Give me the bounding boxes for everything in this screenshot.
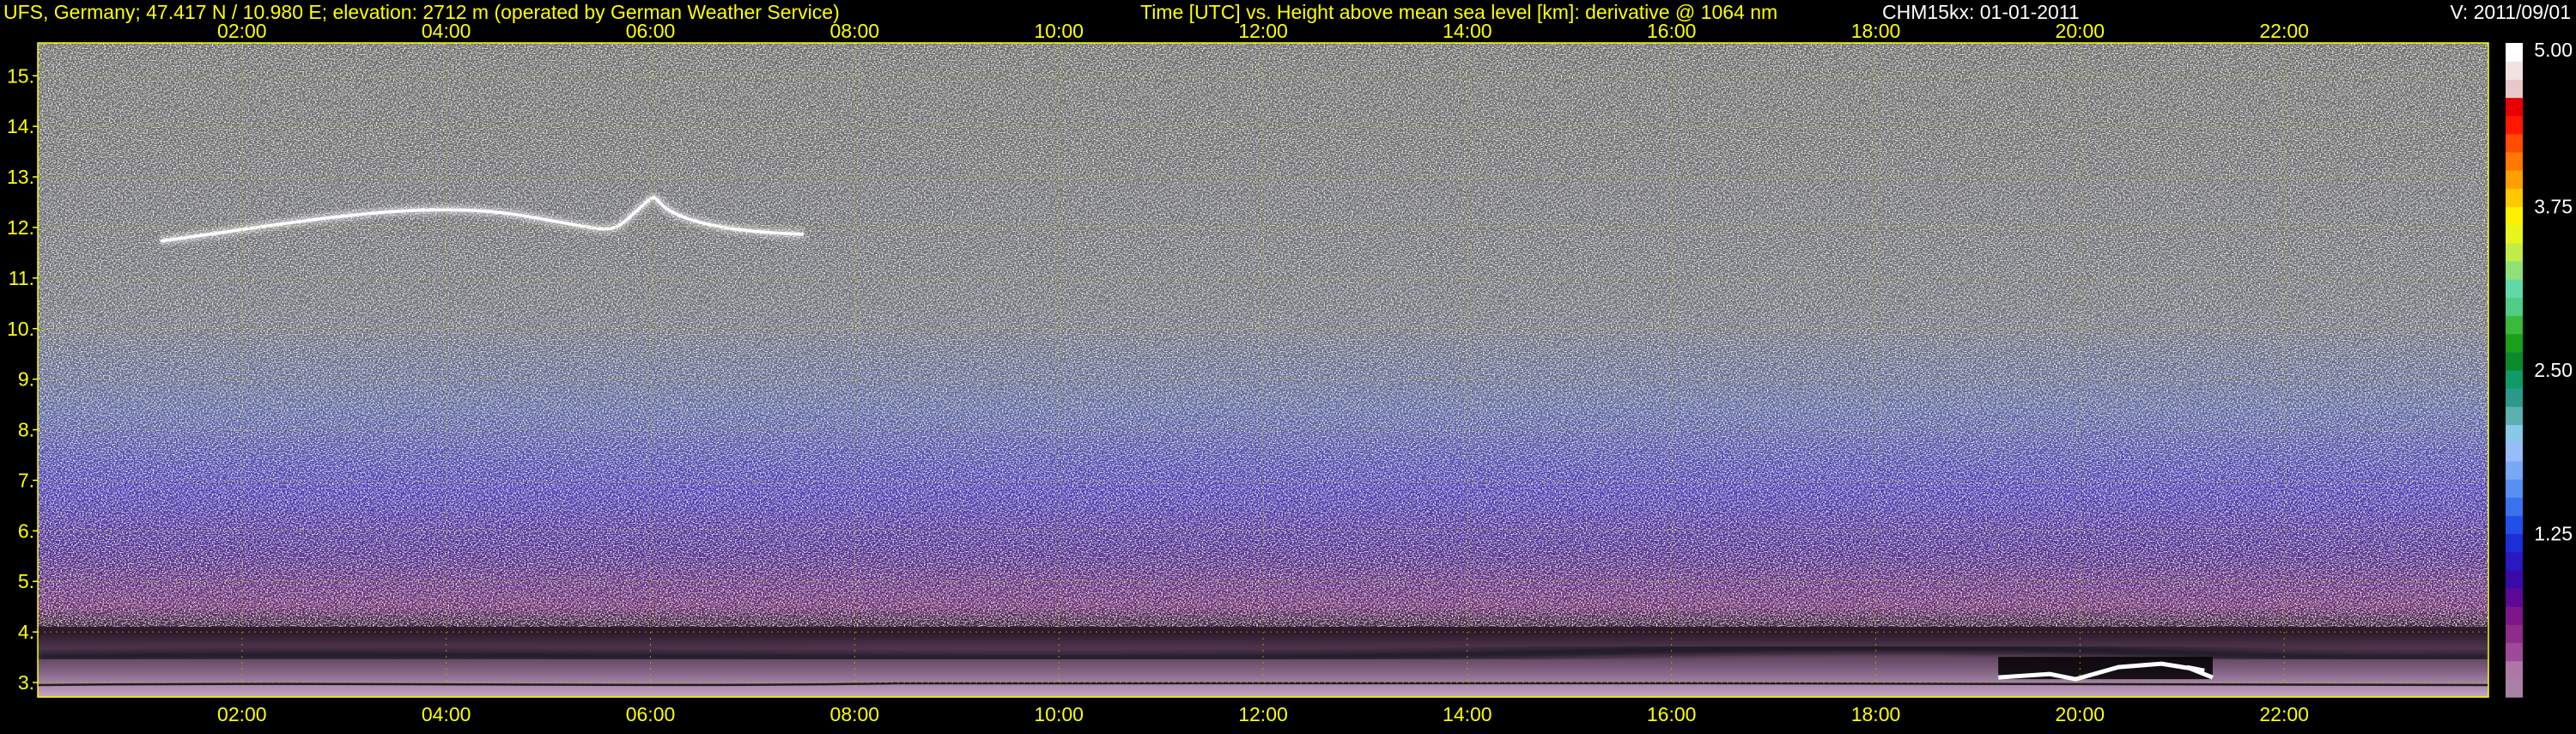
y-tick-label: 12. [7,216,34,239]
y-tick-label: 10. [7,318,34,340]
x-tick-label-top: 06:00 [626,20,676,42]
x-tick-label-top: 12:00 [1238,20,1288,42]
colorbar-swatch [2506,460,2523,480]
colorbar-swatch [2506,224,2523,244]
colorbar-swatch [2506,424,2523,444]
colorbar-swatch [2506,606,2523,625]
y-tick-label: 15. [7,64,34,87]
y-tick-label: 11. [9,267,34,289]
colorbar-swatch [2506,133,2523,153]
x-tick-label-top: 20:00 [2056,20,2105,42]
y-tick-label: 4. [18,621,34,643]
x-axis-bottom: 02:00 04:00 06:00 08:00 10:00 12:00 14:00 16:00… [217,703,2309,725]
colorbar-swatch [2506,678,2523,698]
colorbar-swatch [2506,642,2523,662]
colorbar-swatch [2506,242,2523,262]
x-tick-label-bottom: 02:00 [217,703,267,725]
colorbar-swatch [2506,479,2523,498]
x-tick-label-bottom: 06:00 [626,703,676,725]
colorbar-swatch [2506,333,2523,353]
ceilometer-chart: UFS, Germany; 47.417 N / 10.980 E; eleva… [0,0,2576,730]
colorbar-swatch [2506,152,2523,171]
x-tick-label-top: 04:00 [422,20,471,42]
instrument-label: CHM15kx: 01-01-2011 [1882,1,2080,23]
x-tick-label-bottom: 12:00 [1238,703,1288,725]
y-tick-label: 6. [18,519,34,542]
x-tick-label-bottom: 10:00 [1034,703,1084,725]
colorbar-swatch [2506,206,2523,226]
colorbar-swatch [2506,370,2523,389]
x-tick-label-top: 22:00 [2259,20,2309,42]
colorbar-swatch [2506,406,2523,426]
colorbar-swatch [2506,533,2523,553]
x-tick-label-top: 08:00 [830,20,880,42]
colorbar-swatch [2506,442,2523,462]
colorbar-swatch [2506,61,2523,80]
colorbar-swatch [2506,261,2523,280]
x-tick-label-bottom: 14:00 [1443,703,1492,725]
colorbar-swatch [2506,315,2523,335]
colorbar-swatch [2506,279,2523,298]
colorbar-swatch [2506,660,2523,680]
y-tick-label: 9. [18,368,34,391]
y-tick-label: 3. [18,671,34,694]
y-tick-label: 8. [18,419,34,441]
colorbar-tick-label: 2.50 [2534,359,2573,381]
y-tick-label: 7. [18,469,34,491]
x-tick-label-top: 18:00 [1851,20,1901,42]
colorbar-swatch [2506,115,2523,135]
colorbar-swatch [2506,624,2523,644]
y-axis: 3. 4. 5. 6. 7. 8. 9. 10. 11. 12. 13. 14. 15. [7,64,38,694]
colorbar-swatch [2506,588,2523,607]
colorbar-swatch [2506,351,2523,371]
x-tick-label-top: 14:00 [1443,20,1492,42]
colorbar-tick-label: 1.25 [2534,523,2573,545]
x-tick-label-top: 16:00 [1647,20,1697,42]
y-tick-label: 5. [18,570,34,592]
x-tick-label-bottom: 20:00 [2056,703,2105,725]
colorbar: 1.25 2.50 3.75 5.00 [2506,39,2573,698]
x-tick-label-top: 02:00 [217,20,267,42]
x-tick-label-bottom: 22:00 [2259,703,2309,725]
x-tick-label-bottom: 04:00 [422,703,471,725]
colorbar-swatch [2506,43,2523,62]
chart-svg: UFS, Germany; 47.417 N / 10.980 E; eleva… [3,1,2573,725]
colorbar-swatch [2506,188,2523,208]
colorbar-swatch [2506,388,2523,407]
colorbar-swatch [2506,97,2523,117]
x-tick-label-bottom: 16:00 [1647,703,1697,725]
colorbar-swatch [2506,297,2523,317]
colorbar-tick-label: 5.00 [2534,39,2573,61]
colorbar-swatch [2506,497,2523,516]
x-tick-label-top: 10:00 [1034,20,1084,42]
version-label: V: 2011/09/01 [2450,1,2571,23]
y-tick-label: 14. [7,115,34,137]
noise-texture [38,43,2488,627]
x-tick-label-bottom: 18:00 [1851,703,1901,725]
x-tick-label-bottom: 08:00 [830,703,880,725]
colorbar-swatch [2506,551,2523,571]
colorbar-swatch [2506,515,2523,535]
colorbar-swatch [2506,170,2523,189]
colorbar-swatch [2506,79,2523,99]
y-tick-label: 13. [7,166,34,188]
colorbar-tick-label: 3.75 [2534,196,2573,218]
plot-area [38,43,2488,697]
colorbar-swatch [2506,569,2523,589]
